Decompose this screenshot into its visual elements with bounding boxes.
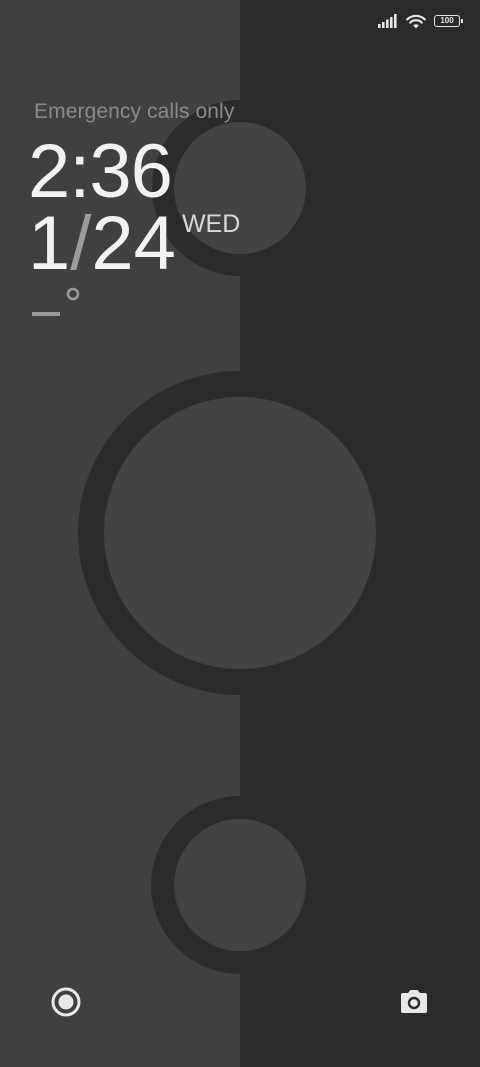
lock-screen: 100 Emergency calls only 2:36 1 / 24 WED [0,0,480,1067]
battery-icon: 100 [434,15,463,27]
clock-time: 2:36 [28,129,173,214]
date-month: 1 [28,201,71,286]
camera-button[interactable] [394,982,434,1022]
voice-assistant-button[interactable] [46,982,86,1022]
clock-style-indicator [32,287,80,316]
camera-icon [401,990,427,1013]
date-separator: / [70,201,92,286]
weekday: WED [181,210,241,238]
date-display: 1 / 24 WED [28,204,240,284]
wifi-icon [406,14,426,29]
status-bar: 100 [378,10,463,32]
date-day: 24 [91,201,176,286]
signal-bars-icon [378,14,398,28]
battery-level: 100 [440,16,454,25]
voice-assistant-icon [51,987,81,1017]
emergency-calls-label: Emergency calls only [34,100,235,123]
